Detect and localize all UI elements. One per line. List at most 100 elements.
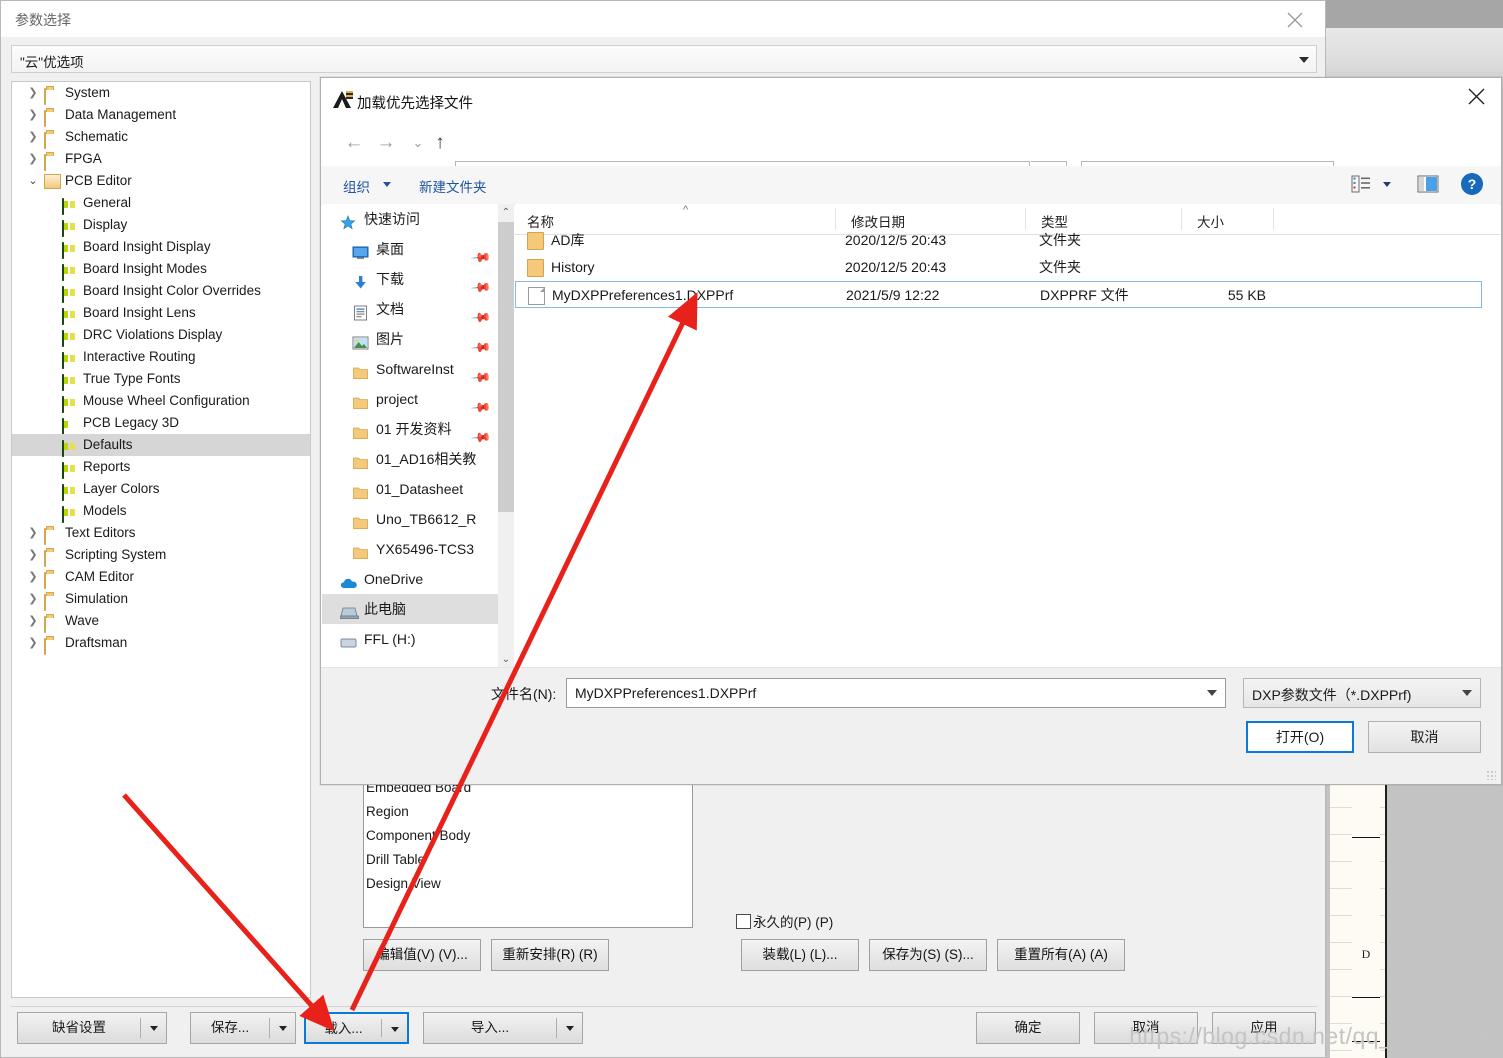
chevron-down-icon[interactable] bbox=[1207, 690, 1217, 696]
chevron-down-icon[interactable] bbox=[279, 1026, 287, 1031]
tree-item-board-insight-color-overrides[interactable]: Board Insight Color Overrides bbox=[12, 280, 310, 303]
dialog-cancel-button[interactable]: 取消 bbox=[1368, 721, 1481, 753]
chevron-down-icon[interactable] bbox=[1383, 182, 1391, 187]
preferences-tree[interactable]: ❯ System ❯ Data Management ❯ Schematic ❯ FPGA ⌄ P… bbox=[11, 81, 311, 998]
tree-item-reports[interactable]: Reports bbox=[12, 456, 310, 479]
close-icon[interactable] bbox=[1273, 5, 1317, 33]
chevron-right-icon[interactable]: ❯ bbox=[26, 632, 40, 654]
preview-pane-icon[interactable] bbox=[1417, 175, 1439, 193]
chevron-down-icon[interactable] bbox=[150, 1026, 158, 1031]
tree-item-board-insight-modes[interactable]: Board Insight Modes bbox=[12, 258, 310, 281]
chevron-right-icon[interactable]: ❯ bbox=[26, 610, 40, 632]
defaults-list-item[interactable]: Design View bbox=[366, 872, 692, 896]
tree-item-general[interactable]: General bbox=[12, 192, 310, 215]
open-button[interactable]: 打开(O) bbox=[1246, 721, 1354, 753]
nav-item-7[interactable]: 01 开发资料 📌 bbox=[322, 414, 498, 449]
edit-values-button[interactable]: 编辑值(V) (V)... bbox=[363, 939, 481, 971]
nav-item-8[interactable]: 01_AD16相关教 bbox=[322, 444, 498, 474]
close-icon[interactable] bbox=[1453, 80, 1499, 110]
cloud-preferences-combobox[interactable]: "云"优选项 bbox=[11, 45, 1317, 73]
tree-item-display[interactable]: Display bbox=[12, 214, 310, 237]
nav-item-4[interactable]: 图片 📌 bbox=[322, 324, 498, 359]
defaults-list-item[interactable]: Region bbox=[366, 800, 692, 824]
load-values-button[interactable]: 装载(L) (L)... bbox=[741, 939, 859, 971]
up-icon[interactable]: ↑ bbox=[425, 128, 455, 158]
chevron-right-icon[interactable]: ❯ bbox=[26, 148, 40, 170]
tree-item-defaults[interactable]: Defaults bbox=[12, 434, 310, 457]
filetype-select[interactable]: DXP参数文件（*.DXPPrf) bbox=[1243, 678, 1481, 708]
chevron-right-icon[interactable]: ❯ bbox=[26, 566, 40, 588]
nav-item-13[interactable]: 此电脑 bbox=[322, 594, 498, 624]
scroll-up-icon[interactable]: ⌃ bbox=[498, 204, 514, 221]
nav-item-0[interactable]: 快速访问 bbox=[322, 204, 498, 234]
tree-item-layer-colors[interactable]: Layer Colors bbox=[12, 478, 310, 501]
reset-all-button[interactable]: 重置所有(A) (A) bbox=[997, 939, 1125, 971]
permanent-checkbox[interactable] bbox=[736, 914, 751, 929]
load-split-button[interactable]: 载入... bbox=[304, 1012, 409, 1044]
tree-item-interactive-routing[interactable]: Interactive Routing bbox=[12, 346, 310, 369]
resize-grip[interactable] bbox=[1486, 770, 1496, 780]
file-list[interactable]: ^ 名称 修改日期 类型 大小 AD库 2020/12/5 20:43 文件夹 His… bbox=[515, 204, 1500, 668]
tree-item-fpga[interactable]: ❯ FPGA bbox=[12, 148, 310, 171]
tree-item-models[interactable]: Models bbox=[12, 500, 310, 523]
organize-menu[interactable]: 组织 bbox=[343, 176, 370, 196]
tree-item-true-type-fonts[interactable]: True Type Fonts bbox=[12, 368, 310, 391]
view-layout-icon[interactable] bbox=[1350, 174, 1372, 194]
forward-icon[interactable]: → bbox=[371, 128, 401, 158]
scrollbar-thumb[interactable] bbox=[498, 222, 514, 512]
chevron-down-icon[interactable] bbox=[391, 1027, 399, 1032]
navigation-pane[interactable]: 快速访问 桌面 📌 下载 📌 文档 📌 图片 📌 SoftwareInst 📌 project 📌 01 … bbox=[322, 204, 498, 668]
chevron-down-icon[interactable] bbox=[566, 1026, 574, 1031]
chevron-right-icon[interactable]: ❯ bbox=[26, 82, 40, 104]
nav-item-10[interactable]: Uno_TB6612_R bbox=[322, 504, 498, 534]
filename-input[interactable]: MyDXPPreferences1.DXPPrf bbox=[566, 678, 1226, 708]
chevron-right-icon[interactable]: ❯ bbox=[26, 104, 40, 126]
nav-item-5[interactable]: SoftwareInst 📌 bbox=[322, 354, 498, 389]
nav-item-12[interactable]: OneDrive bbox=[322, 564, 498, 594]
import-split-button[interactable]: 导入... bbox=[423, 1012, 583, 1044]
nav-item-2[interactable]: 下载 📌 bbox=[322, 264, 498, 299]
help-icon[interactable]: ? bbox=[1461, 173, 1483, 195]
table-row[interactable]: AD库 2020/12/5 20:43 文件夹 bbox=[515, 227, 1500, 254]
chevron-right-icon[interactable]: ❯ bbox=[26, 126, 40, 148]
chevron-right-icon[interactable]: ❯ bbox=[26, 544, 40, 566]
navigation-pane-scrollbar[interactable]: ⌃ ⌄ bbox=[498, 204, 514, 668]
tree-item-board-insight-lens[interactable]: Board Insight Lens bbox=[12, 302, 310, 325]
tree-item-data-management[interactable]: ❯ Data Management bbox=[12, 104, 310, 127]
tree-item-simulation[interactable]: ❯ Simulation bbox=[12, 588, 310, 611]
nav-item-11[interactable]: YX65496-TCS3 bbox=[322, 534, 498, 564]
nav-item-1[interactable]: 桌面 📌 bbox=[322, 234, 498, 269]
tree-item-schematic[interactable]: ❯ Schematic bbox=[12, 126, 310, 149]
chevron-down-icon[interactable] bbox=[383, 182, 391, 187]
save-split-button[interactable]: 保存... bbox=[190, 1012, 296, 1044]
chevron-right-icon[interactable]: ❯ bbox=[26, 522, 40, 544]
ok-button[interactable]: 确定 bbox=[976, 1012, 1080, 1044]
back-icon[interactable]: ← bbox=[339, 128, 369, 158]
permanent-checkbox-row[interactable]: 永久的(P) (P) bbox=[736, 911, 833, 931]
defaults-listbox[interactable]: Embedded Board Region Component Body Drill … bbox=[363, 775, 693, 928]
save-as-button[interactable]: 保存为(S) (S)... bbox=[869, 939, 987, 971]
table-row[interactable]: History 2020/12/5 20:43 文件夹 bbox=[515, 254, 1500, 281]
tree-item-mouse-wheel-configuration[interactable]: Mouse Wheel Configuration bbox=[12, 390, 310, 413]
chevron-down-icon[interactable]: ⌄ bbox=[26, 170, 40, 192]
chevron-down-icon[interactable] bbox=[1462, 690, 1472, 696]
default-settings-split-button[interactable]: 缺省设置 bbox=[17, 1012, 167, 1044]
tree-item-scripting-system[interactable]: ❯ Scripting System bbox=[12, 544, 310, 567]
rearrange-button[interactable]: 重新安排(R) (R) bbox=[491, 939, 609, 971]
nav-item-9[interactable]: 01_Datasheet bbox=[322, 474, 498, 504]
tree-item-cam-editor[interactable]: ❯ CAM Editor bbox=[12, 566, 310, 589]
tree-item-text-editors[interactable]: ❯ Text Editors bbox=[12, 522, 310, 545]
nav-item-14[interactable]: FFL (H:) bbox=[322, 624, 498, 654]
tree-item-draftsman[interactable]: ❯ Draftsman bbox=[12, 632, 310, 655]
tree-item-pcb-editor[interactable]: ⌄ PCB Editor bbox=[12, 170, 310, 192]
nav-item-6[interactable]: project 📌 bbox=[322, 384, 498, 419]
table-row[interactable]: MyDXPPreferences1.DXPPrf 2021/5/9 12:22 DX… bbox=[515, 281, 1482, 308]
new-folder-button[interactable]: 新建文件夹 bbox=[419, 176, 487, 196]
tree-item-wave[interactable]: ❯ Wave bbox=[12, 610, 310, 633]
nav-item-3[interactable]: 文档 📌 bbox=[322, 294, 498, 329]
tree-item-pcb-legacy-3d[interactable]: PCB Legacy 3D bbox=[12, 412, 310, 435]
chevron-right-icon[interactable]: ❯ bbox=[26, 588, 40, 610]
tree-item-system[interactable]: ❯ System bbox=[12, 82, 310, 105]
scroll-down-icon[interactable]: ⌄ bbox=[498, 651, 514, 668]
tree-item-board-insight-display[interactable]: Board Insight Display bbox=[12, 236, 310, 259]
